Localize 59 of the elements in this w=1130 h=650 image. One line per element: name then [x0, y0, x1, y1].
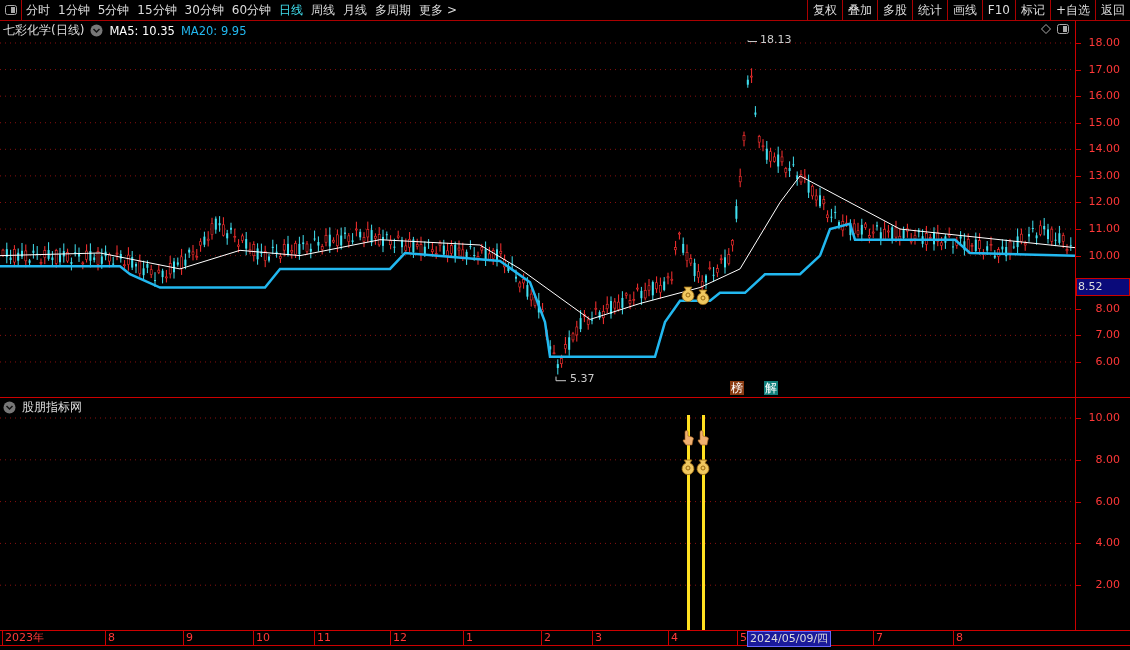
price-axis-label: 17.00 — [1088, 61, 1120, 78]
signal-badge[interactable]: 解 — [764, 381, 778, 395]
toolbar-button[interactable]: 复权 — [806, 0, 842, 20]
price-axis-label: 6.00 — [1095, 353, 1120, 370]
toolbar-button[interactable]: 多股 — [876, 0, 912, 20]
toolbar-button[interactable]: 返回 — [1095, 0, 1130, 20]
period-tab[interactable]: 分时 — [22, 0, 54, 20]
period-tab[interactable]: 1分钟 — [54, 0, 94, 20]
period-tab[interactable]: 日线 — [275, 0, 308, 20]
indicator-title: 股朋指标网 — [22, 399, 82, 416]
price-axis-label: 10.00 — [1088, 247, 1120, 264]
date-axis-label: 12 — [390, 631, 407, 645]
period-tab[interactable]: 30分钟 — [180, 0, 228, 20]
period-tab[interactable]: 更多 > — [415, 0, 461, 20]
date-axis-label: 2023年 — [2, 631, 44, 645]
date-axis-label: 3 — [592, 631, 602, 645]
signal-badge[interactable]: 榜 — [730, 381, 744, 395]
period-tab[interactable]: 60分钟 — [227, 0, 276, 20]
indicator-axis-label: 2.00 — [1095, 577, 1120, 594]
indicator-axis-label: 4.00 — [1095, 535, 1120, 552]
date-axis-label: 10 — [253, 631, 270, 645]
price-axis-label: 15.00 — [1088, 114, 1120, 131]
period-tab[interactable]: 月线 — [339, 0, 372, 20]
price-axis-label: 12.00 — [1088, 194, 1120, 211]
period-tab[interactable]: 周线 — [307, 0, 340, 20]
price-axis-label: 8.00 — [1095, 300, 1120, 317]
indicator-legend: MA20: 9.95 — [180, 23, 247, 38]
date-axis-label: 1 — [463, 631, 473, 645]
date-axis-label: 8 — [953, 631, 963, 645]
stock-title: 七彩化学(日线) — [3, 22, 85, 39]
price-axis-label: 14.00 — [1088, 141, 1120, 158]
date-axis-label: 2 — [541, 631, 551, 645]
toolbar-button[interactable]: 叠加 — [841, 0, 877, 20]
indicator-axis-label: 8.00 — [1095, 451, 1120, 468]
cursor-date-label: 2024/05/09/四 — [747, 631, 832, 647]
toolbar-button[interactable]: +自选 — [1049, 0, 1095, 20]
toolbar-button[interactable]: 画线 — [946, 0, 982, 20]
current-price-tag: 8.52 — [1076, 277, 1130, 296]
toolbar-button[interactable]: 统计 — [911, 0, 947, 20]
low-price-label: 5.37 — [570, 371, 595, 385]
indicator-axis-label: 6.00 — [1095, 493, 1120, 510]
price-axis-label: 13.00 — [1088, 167, 1120, 184]
period-tab[interactable]: 5分钟 — [93, 0, 134, 20]
date-axis-label: 4 — [668, 631, 678, 645]
price-axis-label: 18.00 — [1088, 35, 1120, 51]
high-price-label: 18.13 — [760, 32, 792, 46]
toolbar-button[interactable]: F10 — [981, 0, 1015, 20]
indicator-axis-label: 10.00 — [1088, 410, 1120, 426]
date-axis-label: 7 — [873, 631, 883, 645]
period-tab[interactable]: 15分钟 — [133, 0, 181, 20]
indicator-legend: MA5: 10.35 — [109, 23, 175, 38]
price-axis-label: 16.00 — [1088, 88, 1120, 105]
toolbar-button[interactable]: 标记 — [1014, 0, 1050, 20]
price-axis-label: 11.00 — [1088, 221, 1120, 238]
price-axis-label: 7.00 — [1095, 327, 1120, 344]
period-tab[interactable]: 多周期 — [371, 0, 416, 20]
date-axis-label: 8 — [105, 631, 115, 645]
date-axis-label: 11 — [314, 631, 331, 645]
date-axis-label: 9 — [183, 631, 193, 645]
